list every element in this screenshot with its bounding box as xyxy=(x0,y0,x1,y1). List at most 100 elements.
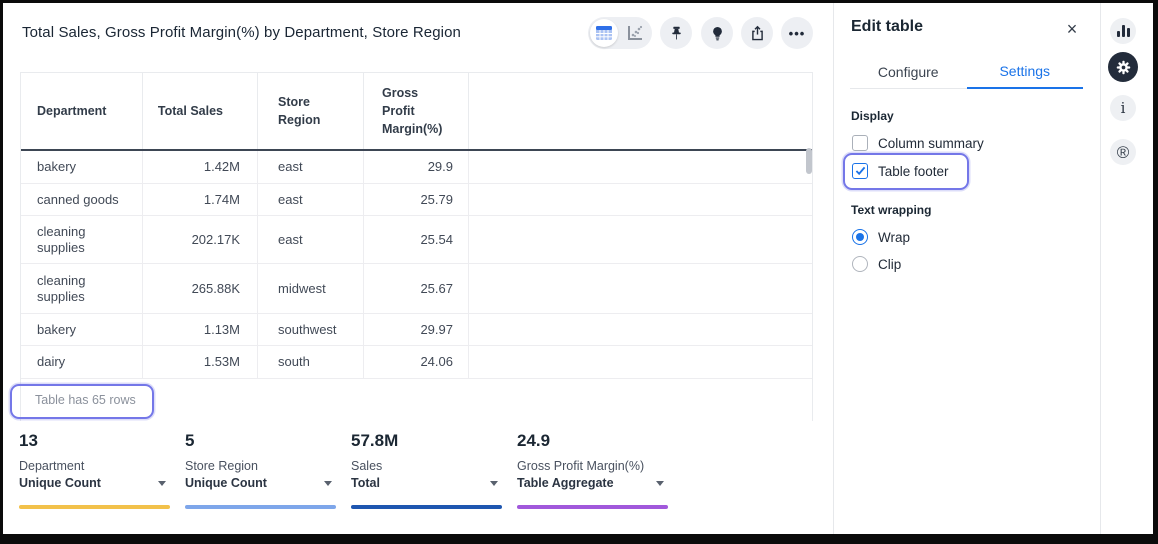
cell-gross-profit-margin[interactable]: 29.9 xyxy=(364,151,469,183)
chart-element-button[interactable] xyxy=(1110,18,1136,44)
cell-total-sales[interactable]: 1.42M xyxy=(143,151,258,183)
option-label: Clip xyxy=(878,257,901,272)
stat-value: 57.8M xyxy=(351,431,502,451)
stat-accent-bar xyxy=(19,505,170,509)
stat-value: 13 xyxy=(19,431,170,451)
stat-gross-profit-margin: 24.9 Gross Profit Margin(%) Table Aggreg… xyxy=(517,431,668,511)
cell-store-region[interactable]: south xyxy=(258,346,364,378)
ellipsis-icon: ••• xyxy=(789,27,806,40)
more-options-button[interactable]: ••• xyxy=(781,17,813,49)
cell-store-region[interactable]: midwest xyxy=(258,264,364,313)
table-row: cleaning supplies 202.17K east 25.54 xyxy=(21,216,812,264)
cell-gross-profit-margin[interactable]: 25.79 xyxy=(364,184,469,215)
chevron-down-icon[interactable] xyxy=(324,481,332,486)
cell-department[interactable]: canned goods xyxy=(21,184,143,215)
cell-total-sales[interactable]: 265.88K xyxy=(143,264,258,313)
cell-gross-profit-margin[interactable]: 25.67 xyxy=(364,264,469,313)
cell-gross-profit-margin[interactable]: 24.06 xyxy=(364,346,469,378)
column-header-empty xyxy=(469,73,812,149)
close-panel-button[interactable]: × xyxy=(1059,16,1085,42)
column-header-gross-profit-margin[interactable]: Gross Profit Margin(%) xyxy=(364,73,469,149)
panel-divider xyxy=(833,3,834,534)
cell-store-region[interactable]: east xyxy=(258,184,364,215)
option-label: Table footer xyxy=(878,164,949,179)
stat-accent-bar xyxy=(351,505,502,509)
option-column-summary[interactable]: Column summary xyxy=(852,135,984,151)
stat-label: Department xyxy=(19,458,170,475)
table-row: bakery 1.42M east 29.9 xyxy=(21,151,812,184)
radio-unselected[interactable] xyxy=(852,256,868,272)
cell-department[interactable]: cleaning supplies xyxy=(21,264,143,313)
cell-total-sales[interactable]: 1.13M xyxy=(143,314,258,345)
view-toggle xyxy=(588,17,652,49)
table-row: dairy 1.53M south 24.06 xyxy=(21,346,812,379)
stat-aggregate: Unique Count xyxy=(185,475,267,492)
cell-gross-profit-margin[interactable]: 25.54 xyxy=(364,216,469,263)
cell-store-region[interactable]: southwest xyxy=(258,314,364,345)
cell-total-sales[interactable]: 1.53M xyxy=(143,346,258,378)
table-row: canned goods 1.74M east 25.79 xyxy=(21,184,812,216)
scatter-chart-icon xyxy=(626,24,644,42)
radio-selected[interactable] xyxy=(852,229,868,245)
stat-label: Sales xyxy=(351,458,502,475)
explore-button[interactable] xyxy=(701,17,733,49)
tab-settings[interactable]: Settings xyxy=(967,55,1084,89)
table-row: cleaning supplies 265.88K midwest 25.67 xyxy=(21,264,812,314)
panel-tabs: Configure Settings xyxy=(850,55,1083,89)
chevron-down-icon[interactable] xyxy=(490,481,498,486)
column-header-store-region[interactable]: Store Region xyxy=(258,73,364,149)
info-icon: i xyxy=(1121,99,1126,117)
info-button[interactable]: i xyxy=(1110,95,1136,121)
stat-aggregate: Table Aggregate xyxy=(517,475,614,492)
stat-accent-bar xyxy=(517,505,668,509)
chevron-down-icon[interactable] xyxy=(158,481,166,486)
stat-value: 5 xyxy=(185,431,336,451)
cell-store-region[interactable]: east xyxy=(258,216,364,263)
option-clip[interactable]: Clip xyxy=(852,256,901,272)
stat-value: 24.9 xyxy=(517,431,668,451)
table-row: bakery 1.13M southwest 29.97 xyxy=(21,314,812,346)
chevron-down-icon[interactable] xyxy=(656,481,664,486)
pin-icon xyxy=(668,25,685,42)
stat-department: 13 Department Unique Count xyxy=(19,431,170,511)
data-table: Department Total Sales Store Region Gros… xyxy=(20,72,813,421)
text-wrapping-section-label: Text wrapping xyxy=(851,203,931,217)
bar-chart-icon xyxy=(1117,25,1130,37)
pin-button[interactable] xyxy=(660,17,692,49)
table-header-row: Department Total Sales Store Region Gros… xyxy=(21,73,812,151)
share-button[interactable] xyxy=(741,17,773,49)
option-label: Column summary xyxy=(878,136,984,151)
lightbulb-icon xyxy=(709,25,726,42)
chart-view-button[interactable] xyxy=(624,23,646,43)
cell-store-region[interactable]: east xyxy=(258,151,364,183)
stat-accent-bar xyxy=(185,505,336,509)
close-icon: × xyxy=(1067,19,1078,40)
r-logo-button[interactable]: ® xyxy=(1110,139,1136,165)
share-icon xyxy=(749,25,766,42)
checkbox-unchecked[interactable] xyxy=(852,135,868,151)
cell-department[interactable]: cleaning supplies xyxy=(21,216,143,263)
stat-label: Gross Profit Margin(%) xyxy=(517,458,668,475)
row-count-text: Table has 65 rows xyxy=(35,393,136,407)
cell-total-sales[interactable]: 202.17K xyxy=(143,216,258,263)
rail-divider xyxy=(1100,3,1101,534)
option-table-footer[interactable]: Table footer xyxy=(852,163,949,179)
table-view-button[interactable] xyxy=(590,19,618,47)
settings-button-active[interactable] xyxy=(1108,52,1138,82)
option-wrap[interactable]: Wrap xyxy=(852,229,910,245)
table-footer: Table has 65 rows xyxy=(21,379,812,421)
cell-department[interactable]: dairy xyxy=(21,346,143,378)
display-section-label: Display xyxy=(851,109,894,123)
tab-configure[interactable]: Configure xyxy=(850,55,967,89)
gear-icon xyxy=(1115,59,1132,76)
app-window: Total Sales, Gross Profit Margin(%) by D… xyxy=(3,3,1153,534)
cell-department[interactable]: bakery xyxy=(21,314,143,345)
cell-gross-profit-margin[interactable]: 29.97 xyxy=(364,314,469,345)
cell-department[interactable]: bakery xyxy=(21,151,143,183)
checkbox-checked[interactable] xyxy=(852,163,868,179)
cell-total-sales[interactable]: 1.74M xyxy=(143,184,258,215)
column-header-department[interactable]: Department xyxy=(21,73,143,149)
stat-store-region: 5 Store Region Unique Count xyxy=(185,431,336,511)
column-header-total-sales[interactable]: Total Sales xyxy=(143,73,258,149)
table-scrollbar[interactable] xyxy=(806,148,812,174)
